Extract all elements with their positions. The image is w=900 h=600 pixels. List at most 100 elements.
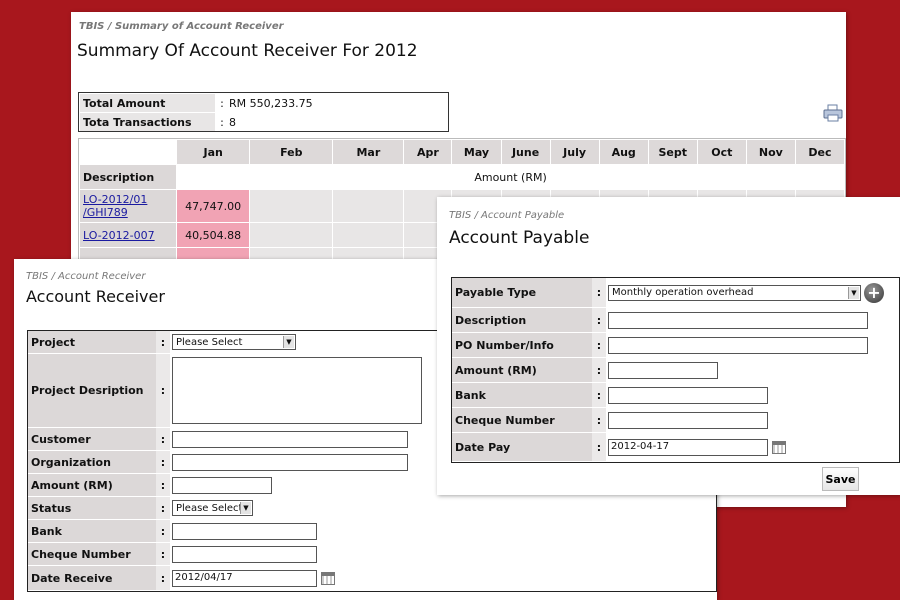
calendar-icon[interactable] — [321, 571, 335, 585]
cheque-number-input[interactable] — [608, 411, 768, 429]
amount-cell — [333, 190, 404, 222]
payable-type-value: Monthly operation overhead — [612, 287, 754, 298]
date-pay-input[interactable]: 2012-04-17 — [608, 438, 768, 456]
row-description: LO-2012/01 /GHI789 — [80, 190, 177, 222]
table-subheader-row: Description Amount (RM) — [80, 165, 844, 189]
organization-label: Organization — [28, 451, 156, 473]
organization-input[interactable] — [172, 453, 408, 471]
month-header: June — [501, 140, 550, 164]
bank-input[interactable] — [608, 386, 768, 404]
month-header: Jan — [177, 140, 250, 164]
project-description-textarea[interactable] — [172, 357, 422, 424]
colon: : — [592, 433, 606, 461]
account-payable-form: Payable Type : Monthly operation overhea… — [451, 277, 900, 463]
status-select-value: Please Select — [176, 502, 243, 514]
table-header-row: Jan Feb Mar Apr May June July Aug Sept O… — [80, 140, 844, 164]
amount-label: Amount (RM) — [452, 358, 592, 382]
form-row-payable-type: Payable Type : Monthly operation overhea… — [452, 278, 899, 308]
month-header: Sept — [648, 140, 697, 164]
colon: : — [220, 97, 224, 110]
colon: : — [156, 354, 170, 427]
month-header: Nov — [746, 140, 795, 164]
form-row-date: Date Receive : 2012/04/17 — [28, 566, 716, 591]
colon: : — [156, 566, 170, 590]
month-header: Apr — [404, 140, 452, 164]
page-title: Account Payable — [449, 228, 590, 248]
row-link[interactable]: LO-2012/01 /GHI789 — [83, 193, 147, 219]
description-label: Description — [452, 308, 592, 332]
breadcrumb: TBIS / Summary of Account Receiver — [79, 21, 284, 32]
po-number-input[interactable] — [608, 336, 868, 354]
amount-header: Amount (RM) — [177, 165, 844, 189]
amount-input[interactable] — [172, 476, 272, 494]
description-input[interactable] — [608, 311, 868, 329]
form-value — [606, 333, 899, 357]
dropdown-arrow-icon: ▼ — [240, 502, 251, 514]
colon: : — [156, 497, 170, 519]
colon: : — [156, 474, 170, 496]
colon: : — [156, 331, 170, 353]
description-header: Description — [80, 165, 177, 189]
amount-input[interactable] — [608, 361, 718, 379]
bank-input[interactable] — [172, 522, 317, 540]
row-link[interactable]: LO-2012-007 — [83, 229, 155, 242]
month-header: Mar — [333, 140, 404, 164]
printer-icon[interactable] — [823, 104, 843, 122]
form-row-cheque: Cheque Number : — [452, 408, 899, 433]
corner-cell — [80, 140, 177, 164]
colon: : — [156, 520, 170, 542]
amount-cell — [333, 223, 404, 247]
colon: : — [220, 116, 224, 129]
colon: : — [592, 278, 606, 307]
bank-label: Bank — [28, 520, 156, 542]
month-header: Dec — [795, 140, 844, 164]
month-header: May — [452, 140, 501, 164]
colon: : — [156, 543, 170, 565]
dropdown-arrow-icon: ▼ — [283, 336, 294, 348]
form-value: Monthly operation overhead ▼ + — [606, 278, 899, 307]
calendar-icon[interactable] — [772, 440, 786, 454]
form-value — [170, 520, 716, 542]
payable-type-select[interactable]: Monthly operation overhead ▼ — [608, 284, 861, 301]
form-row-po: PO Number/Info : — [452, 333, 899, 358]
colon: : — [592, 308, 606, 332]
form-row-date-pay: Date Pay : 2012-04-17 — [452, 433, 899, 462]
date-receive-input[interactable]: 2012/04/17 — [172, 569, 317, 587]
colon: : — [156, 451, 170, 473]
colon: : — [156, 428, 170, 450]
project-description-label: Project Desription — [28, 354, 156, 427]
form-row-status: Status : Please Select ▼ — [28, 497, 716, 520]
project-select[interactable]: Please Select ▼ — [172, 334, 296, 350]
form-row-bank: Bank : — [452, 383, 899, 408]
form-value — [606, 383, 899, 407]
add-icon[interactable]: + — [864, 282, 884, 303]
page-title: Summary Of Account Receiver For 2012 — [77, 41, 418, 61]
page-title: Account Receiver — [26, 287, 165, 306]
form-value: Please Select ▼ — [170, 497, 716, 519]
breadcrumb: TBIS / Account Receiver — [26, 271, 146, 282]
colon: : — [592, 358, 606, 382]
amount-cell: 40,504.88 — [177, 223, 250, 247]
project-label: Project — [28, 331, 156, 353]
status-label: Status — [28, 497, 156, 519]
save-button[interactable]: Save — [822, 467, 859, 491]
amount-cell — [250, 190, 333, 222]
status-select[interactable]: Please Select ▼ — [172, 500, 253, 516]
colon: : — [592, 408, 606, 432]
form-value: 2012/04/17 — [170, 566, 716, 590]
cheque-number-input[interactable] — [172, 545, 317, 563]
customer-label: Customer — [28, 428, 156, 450]
total-transactions-value: 8 — [229, 116, 236, 129]
form-row-description: Description : — [452, 308, 899, 333]
amount-cell — [250, 223, 333, 247]
payable-type-label: Payable Type — [452, 278, 592, 307]
customer-input[interactable] — [172, 430, 408, 448]
month-header: Oct — [697, 140, 746, 164]
breadcrumb: TBIS / Account Payable — [449, 210, 565, 221]
amount-label: Amount (RM) — [28, 474, 156, 496]
form-value — [606, 358, 899, 382]
total-amount-value: RM 550,233.75 — [229, 97, 313, 110]
month-header: Feb — [250, 140, 333, 164]
account-payable-window: TBIS / Account Payable Account Payable P… — [437, 197, 900, 495]
form-value — [606, 408, 899, 432]
